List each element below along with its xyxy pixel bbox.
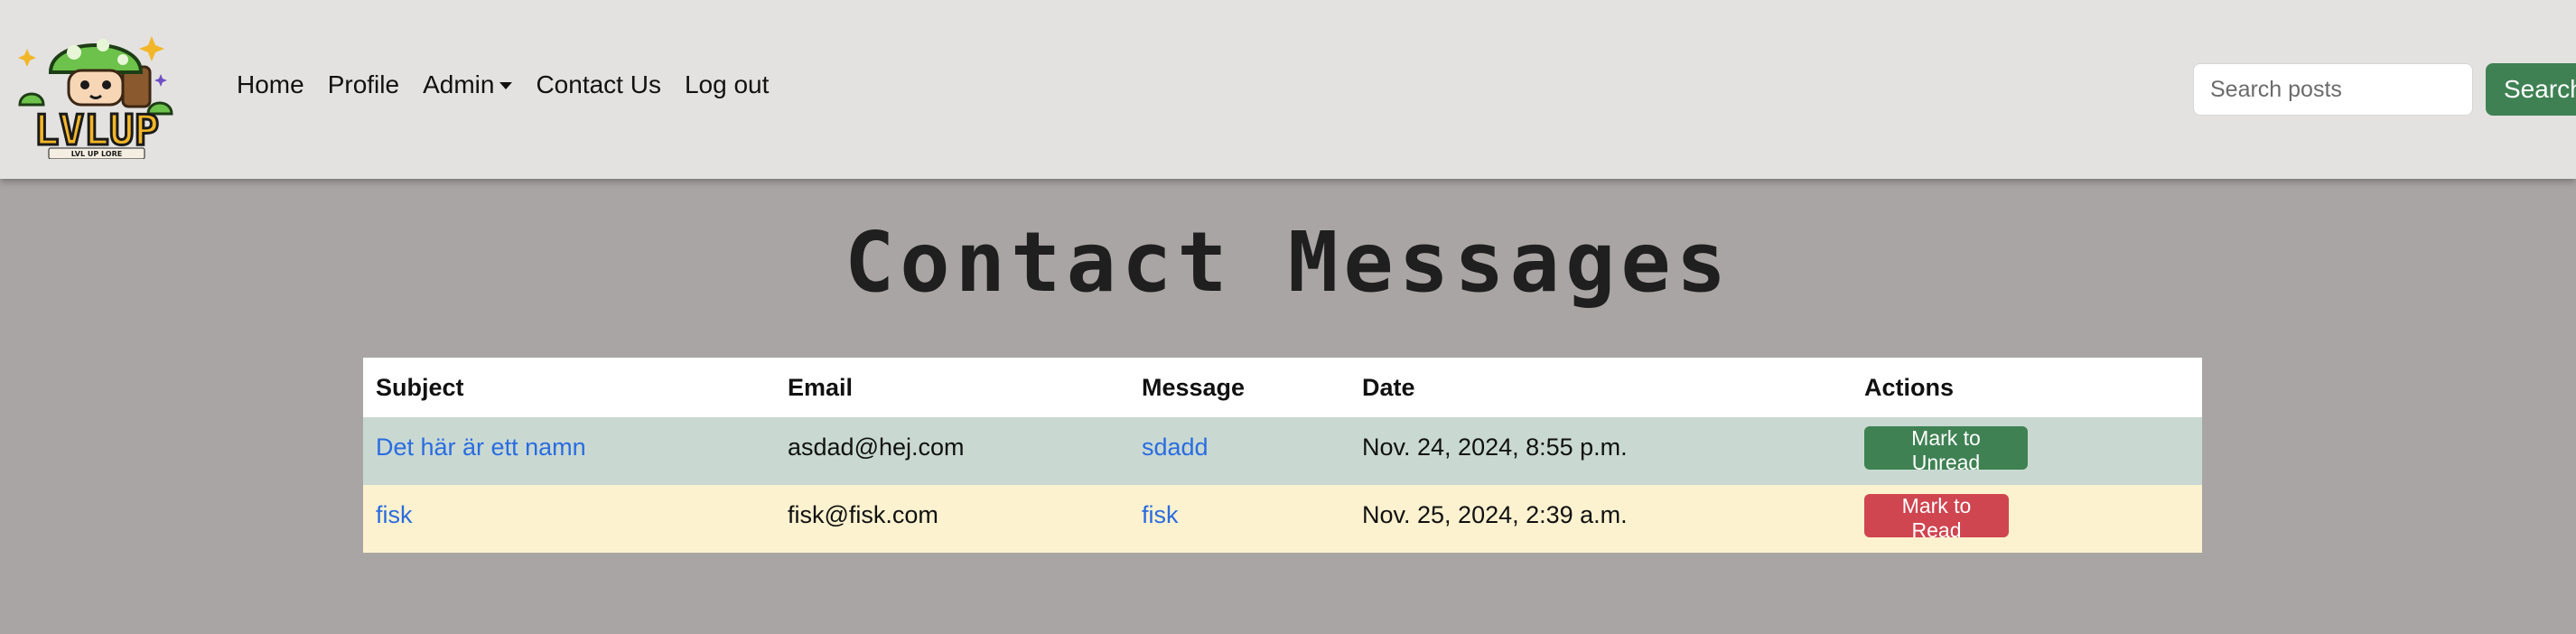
date-text: Nov. 25, 2024, 2:39 a.m. [1362, 501, 1628, 528]
caret-down-icon [499, 82, 513, 89]
cell-actions: Mark to Read [1852, 485, 2202, 553]
cell-date: Nov. 25, 2024, 2:39 a.m. [1349, 485, 1852, 553]
cell-email: asdad@hej.com [775, 417, 1129, 485]
cell-date: Nov. 24, 2024, 8:55 p.m. [1349, 417, 1852, 485]
svg-text:LVL UP LORE: LVL UP LORE [71, 150, 122, 158]
messages-table: Subject Email Message Date Actions Det h… [363, 358, 2202, 553]
mark-read-button[interactable]: Mark to Read [1864, 494, 2009, 542]
search-button[interactable]: Search [2486, 63, 2576, 116]
cell-message: sdadd [1129, 417, 1349, 485]
nav-home-link[interactable]: Home [237, 70, 304, 99]
cell-email: fisk@fisk.com [775, 485, 1129, 553]
main-nav: Home Profile Admin Contact Us Log out [237, 70, 792, 99]
email-text: asdad@hej.com [788, 434, 965, 461]
cell-message: fisk [1129, 485, 1349, 553]
subject-link[interactable]: Det här är ett namn [376, 434, 586, 461]
cell-subject: fisk [363, 485, 775, 553]
message-link[interactable]: fisk [1142, 501, 1179, 528]
subject-link[interactable]: fisk [376, 501, 413, 528]
email-text: fisk@fisk.com [788, 501, 938, 528]
mark-unread-button[interactable]: Mark to Unread [1864, 426, 2028, 474]
svg-text:LVLUP: LVLUP [34, 106, 159, 154]
header-subject: Subject [363, 358, 775, 417]
header-message: Message [1129, 358, 1349, 417]
page-title: Contact Messages [844, 214, 1732, 311]
navbar: LVLUP LVL UP LORE Home Profile Admin Con… [0, 0, 2576, 179]
mushroom-mascot-icon: LVLUP LVL UP LORE [18, 36, 173, 160]
search-input[interactable] [2193, 63, 2473, 116]
message-link[interactable]: sdadd [1142, 434, 1209, 461]
nav-admin-dropdown[interactable]: Admin [423, 70, 513, 99]
table-row: Det här är ett namn asdad@hej.com sdadd … [363, 417, 2202, 485]
header-date: Date [1349, 358, 1852, 417]
cell-subject: Det här är ett namn [363, 417, 775, 485]
nav-admin-label: Admin [423, 70, 495, 98]
site-logo[interactable]: LVLUP LVL UP LORE [16, 20, 177, 160]
cell-actions: Mark to Unread [1852, 417, 2202, 485]
header-actions: Actions [1852, 358, 2202, 417]
date-text: Nov. 24, 2024, 8:55 p.m. [1362, 434, 1628, 461]
nav-profile-link[interactable]: Profile [328, 70, 399, 99]
table-row: fisk fisk@fisk.com fisk Nov. 25, 2024, 2… [363, 485, 2202, 553]
nav-logout-link[interactable]: Log out [685, 70, 769, 99]
header-email: Email [775, 358, 1129, 417]
table-header-row: Subject Email Message Date Actions [363, 358, 2202, 417]
nav-contact-link[interactable]: Contact Us [536, 70, 661, 99]
